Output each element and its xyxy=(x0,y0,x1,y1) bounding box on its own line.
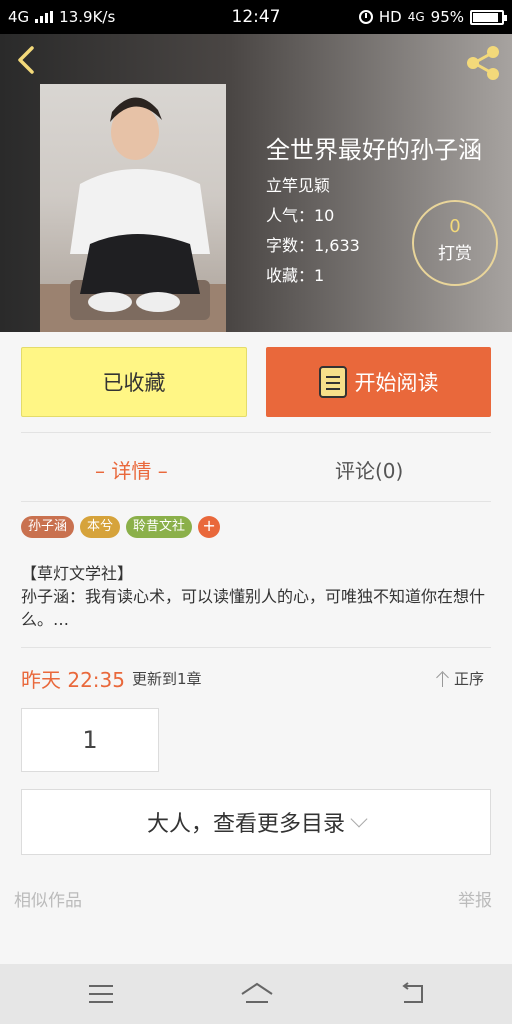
add-tag-button[interactable]: + xyxy=(198,516,221,538)
similar-works-label: 相似作品 xyxy=(14,891,82,911)
cover-photo xyxy=(40,97,226,332)
chapter-button[interactable]: 1 xyxy=(21,708,159,772)
network2-label: 4G xyxy=(407,10,425,24)
sort-order-label: 正序 xyxy=(454,670,485,688)
back-button[interactable] xyxy=(12,44,44,76)
collected-button[interactable]: 已收藏 xyxy=(21,347,247,417)
system-nav-bar xyxy=(0,964,512,1024)
chevron-down-icon xyxy=(350,810,368,828)
book-favorites: 收藏：1 xyxy=(266,266,325,285)
status-bar: 4G 13.9K/s 12:47 HD 4G 95% xyxy=(0,0,512,34)
reward-button[interactable]: 0 打赏 xyxy=(412,200,498,286)
update-time: 昨天 22:35 xyxy=(21,668,125,692)
menu-button[interactable] xyxy=(86,982,116,1006)
share-button[interactable] xyxy=(464,44,502,82)
return-icon xyxy=(402,982,423,1003)
book-header: 全世界最好的孙子涵 立竿见颖 人气：10 字数：1,633 收藏：1 0 打赏 xyxy=(0,34,512,332)
status-right: HD 4G 95% xyxy=(358,8,507,26)
tag-list: 孙子涵 本兮 聆昔文社 + xyxy=(21,516,221,538)
update-status: 更新到1章 xyxy=(132,670,202,688)
tab-comment[interactable]: 评论(0) xyxy=(335,455,403,484)
share-icon xyxy=(467,46,499,80)
description-line-2: 孙子涵：我有读心术，可以读懂别人的心，可唯独不知道你在想什么。… xyxy=(21,587,486,629)
description-line-1: 【草灯文学社】 xyxy=(21,564,134,583)
book-author: 立竿见颖 xyxy=(266,176,331,195)
sort-order-button[interactable]: 正序 xyxy=(436,668,484,689)
start-reading-button[interactable]: 开始阅读 xyxy=(266,347,491,417)
view-more-catalog-label: 大人，查看更多目录 xyxy=(146,812,345,837)
book-icon xyxy=(318,366,347,398)
tab-detail[interactable]: – 详情 – xyxy=(95,455,168,484)
tag-item[interactable]: 聆昔文社 xyxy=(126,516,193,538)
reward-label: 打赏 xyxy=(438,244,472,264)
view-more-catalog-button[interactable]: 大人，查看更多目录 xyxy=(21,789,491,855)
tag-item[interactable]: 本兮 xyxy=(80,516,121,538)
battery-icon xyxy=(470,9,507,25)
home-icon xyxy=(241,982,273,1003)
tab-bar: – 详情 – 评论(0) xyxy=(21,432,491,502)
menu-icon xyxy=(89,985,113,1003)
home-button[interactable] xyxy=(240,982,273,1006)
battery-percent: 95% xyxy=(430,8,464,26)
book-word-count: 字数：1,633 xyxy=(266,236,360,255)
report-link[interactable]: 举报 xyxy=(458,886,492,911)
back-arrow-icon xyxy=(18,46,34,74)
start-reading-label: 开始阅读 xyxy=(354,371,439,395)
book-cover-image xyxy=(40,84,226,332)
arrow-up-icon xyxy=(436,671,450,687)
book-title: 全世界最好的孙子涵 xyxy=(266,136,482,164)
back-nav-button[interactable] xyxy=(398,982,428,1006)
tag-item[interactable]: 孙子涵 xyxy=(21,516,75,538)
book-description[interactable]: 【草灯文学社】 孙子涵：我有读心术，可以读懂别人的心，可唯独不知道你在想什么。… xyxy=(21,562,491,631)
book-popularity: 人气：10 xyxy=(266,206,335,225)
alarm-icon xyxy=(358,10,373,24)
hd-label: HD xyxy=(378,8,402,26)
reward-count: 0 xyxy=(449,216,461,237)
divider xyxy=(21,647,491,648)
